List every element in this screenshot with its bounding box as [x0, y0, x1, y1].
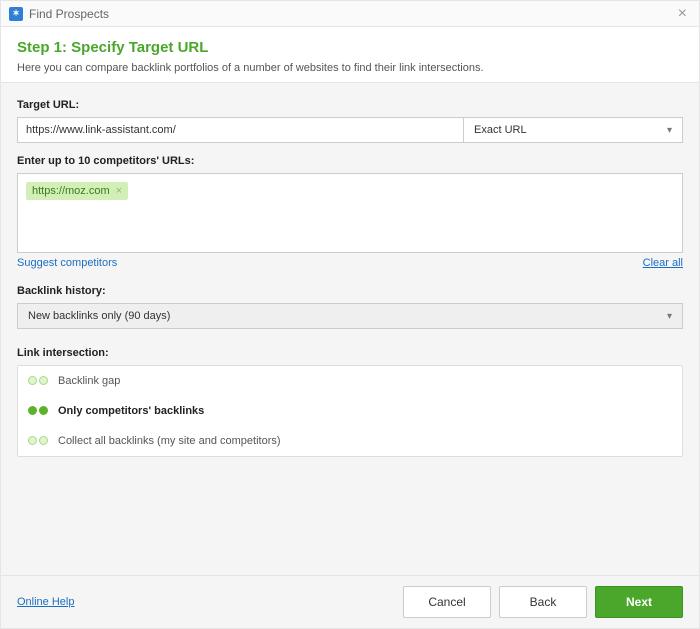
- next-button[interactable]: Next: [595, 586, 683, 618]
- competitor-tag-label: https://moz.com: [32, 185, 110, 197]
- history-value: New backlinks only (90 days): [28, 310, 170, 322]
- intersection-option-label: Backlink gap: [58, 375, 120, 387]
- chevron-down-icon: ▾: [667, 311, 672, 322]
- step-title: Step 1: Specify Target URL: [17, 39, 683, 56]
- clear-all-link[interactable]: Clear all: [643, 257, 683, 269]
- titlebar: ✶ Find Prospects ×: [1, 1, 699, 27]
- chevron-down-icon: ▾: [667, 125, 672, 136]
- intersection-label: Link intersection:: [17, 347, 683, 359]
- intersection-option-label: Collect all backlinks (my site and compe…: [58, 435, 281, 447]
- target-url-label: Target URL:: [17, 99, 683, 111]
- intersection-option-collect-all[interactable]: Collect all backlinks (my site and compe…: [18, 426, 682, 456]
- window-title: Find Prospects: [29, 7, 674, 21]
- venn-icon: [28, 404, 48, 418]
- suggest-competitors-link[interactable]: Suggest competitors: [17, 257, 117, 269]
- online-help-link[interactable]: Online Help: [17, 596, 74, 608]
- history-label: Backlink history:: [17, 285, 683, 297]
- competitor-tag: https://moz.com ×: [26, 182, 128, 200]
- history-select[interactable]: New backlinks only (90 days) ▾: [17, 303, 683, 329]
- cancel-button[interactable]: Cancel: [403, 586, 491, 618]
- competitors-label: Enter up to 10 competitors' URLs:: [17, 155, 683, 167]
- wizard-header: Step 1: Specify Target URL Here you can …: [1, 27, 699, 83]
- match-mode-select[interactable]: Exact URL ▾: [463, 117, 683, 143]
- close-icon[interactable]: ×: [674, 5, 691, 23]
- venn-icon: [28, 434, 48, 448]
- competitors-input[interactable]: https://moz.com ×: [17, 173, 683, 253]
- remove-tag-icon[interactable]: ×: [116, 185, 122, 197]
- venn-icon: [28, 374, 48, 388]
- intersection-option-only-competitors[interactable]: Only competitors' backlinks: [18, 396, 682, 426]
- back-button[interactable]: Back: [499, 586, 587, 618]
- intersection-options: Backlink gap Only competitors' backlinks…: [17, 365, 683, 457]
- step-description: Here you can compare backlink portfolios…: [17, 62, 683, 74]
- intersection-option-label: Only competitors' backlinks: [58, 405, 204, 417]
- wizard-content: Target URL: Exact URL ▾ Enter up to 10 c…: [1, 83, 699, 575]
- target-url-input[interactable]: [17, 117, 463, 143]
- match-mode-value: Exact URL: [474, 124, 527, 136]
- intersection-option-backlink-gap[interactable]: Backlink gap: [18, 366, 682, 396]
- wizard-footer: Online Help Cancel Back Next: [1, 575, 699, 628]
- app-icon: ✶: [9, 7, 23, 21]
